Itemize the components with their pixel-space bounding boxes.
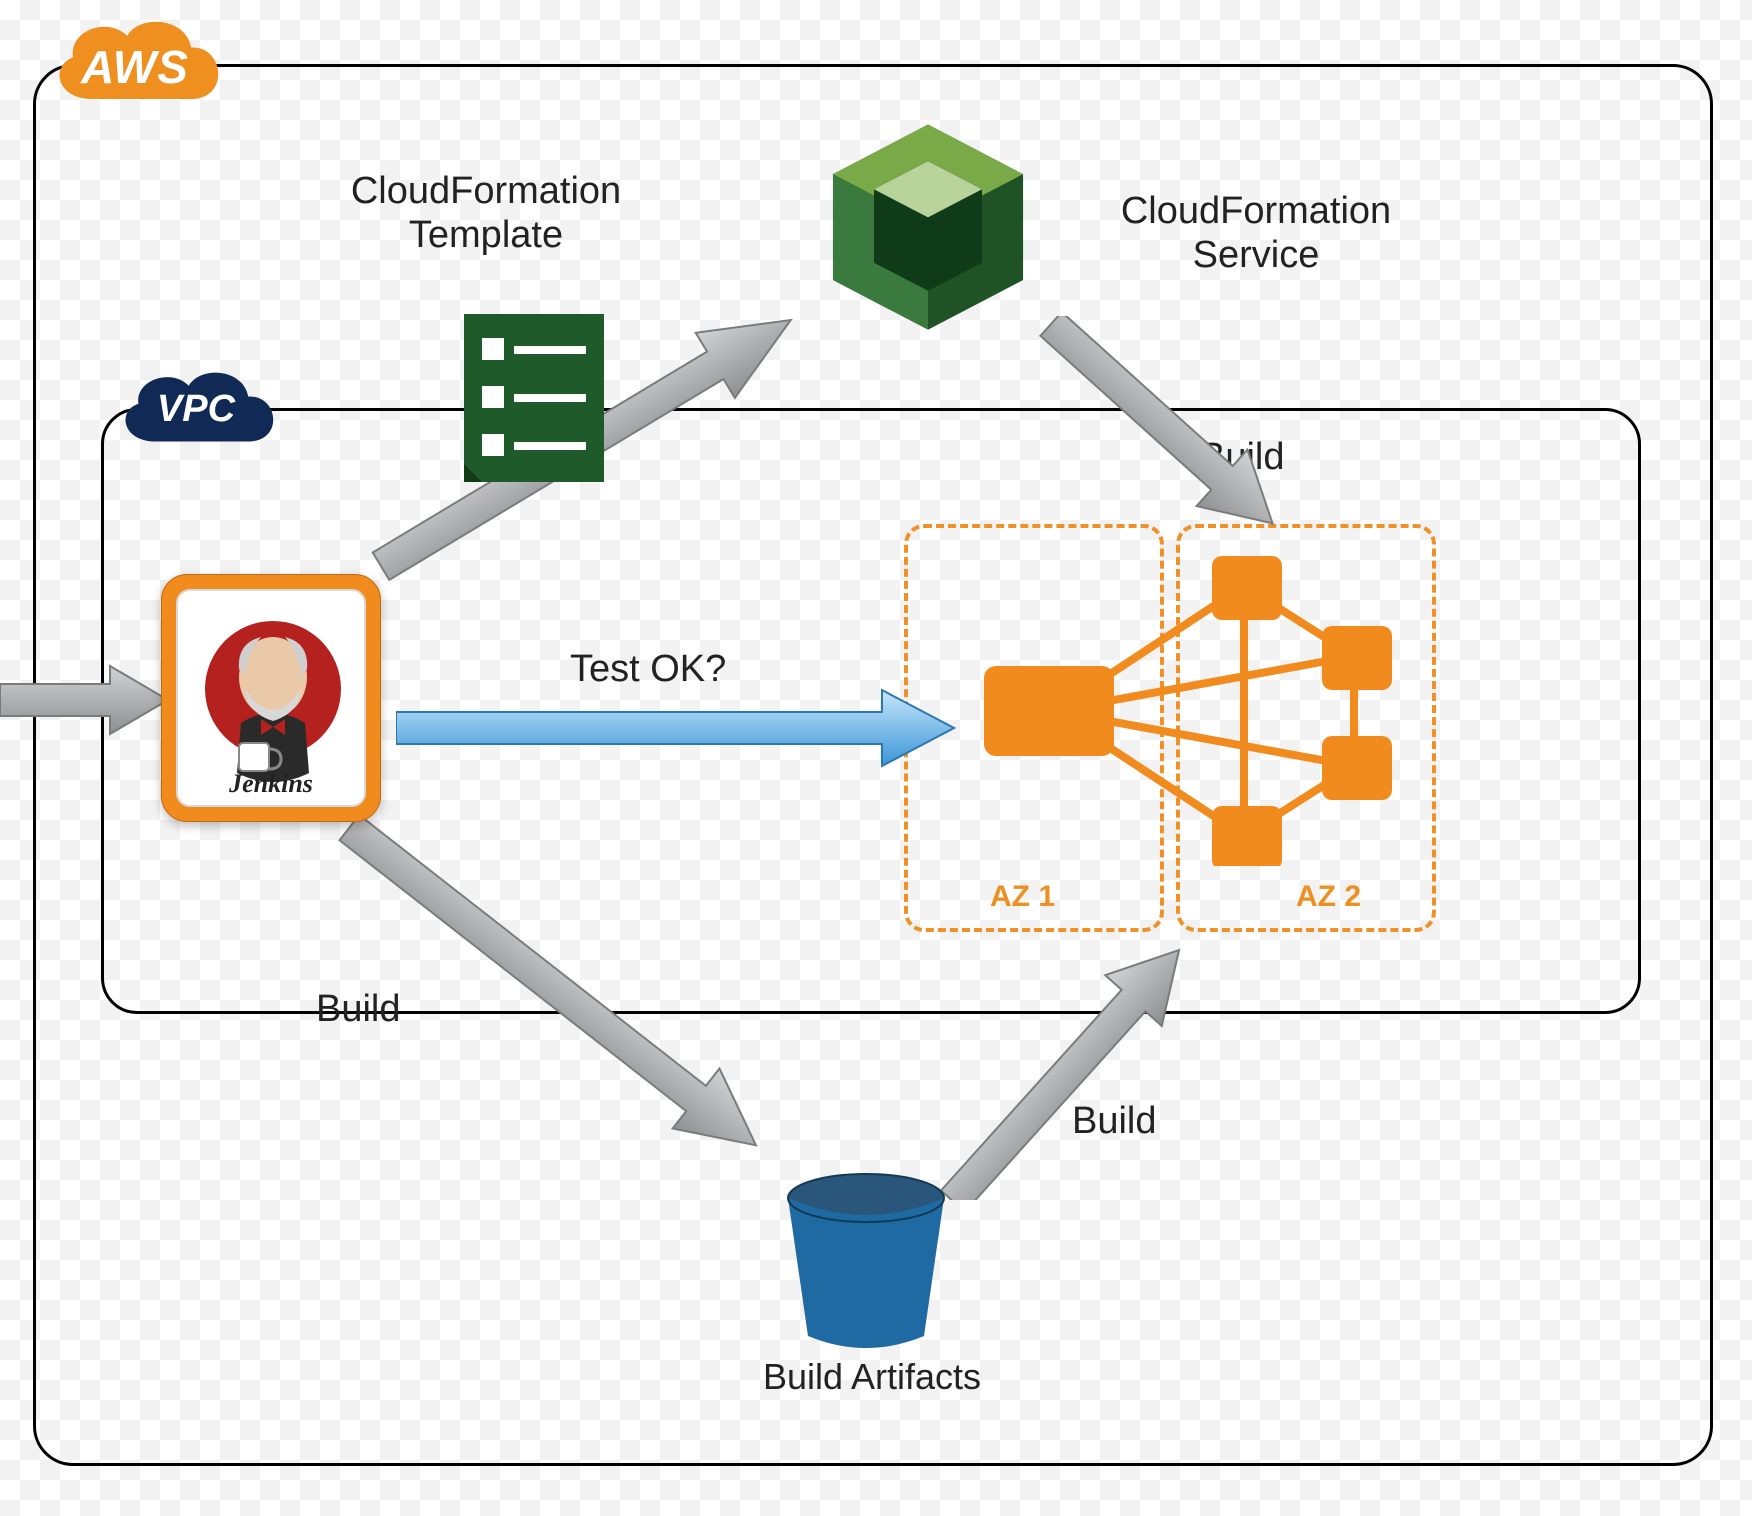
az1-label: AZ 1 <box>990 880 1055 914</box>
deployment-cluster-icon <box>944 556 1414 866</box>
arrow-bucket-to-cluster <box>930 920 1230 1200</box>
arrow-test-ok <box>396 686 956 770</box>
aws-cloud-badge: AWS <box>38 6 232 124</box>
jenkins-label: Jenkins <box>178 769 364 799</box>
build-artifacts-label: Build Artifacts <box>742 1356 1002 1397</box>
s3-bucket-icon <box>782 1172 950 1350</box>
arrow-cfn-to-build <box>1030 316 1310 546</box>
cfn-service-label: CloudFormation Service <box>1066 190 1446 277</box>
az2-label: AZ 2 <box>1296 880 1361 914</box>
jenkins-node: Jenkins <box>161 574 381 822</box>
jenkins-logo: Jenkins <box>176 589 366 807</box>
vpc-cloud-badge: VPC <box>106 358 286 462</box>
cloudformation-service-icon <box>820 118 1036 334</box>
vpc-cloud-label: VPC <box>106 388 286 431</box>
arrow-jenkins-to-bucket <box>330 810 810 1190</box>
arrow-inbound-to-jenkins <box>0 660 170 740</box>
aws-cloud-label: AWS <box>38 40 232 94</box>
cfn-template-icon <box>464 314 604 482</box>
cfn-template-label: CloudFormation Template <box>296 170 676 257</box>
